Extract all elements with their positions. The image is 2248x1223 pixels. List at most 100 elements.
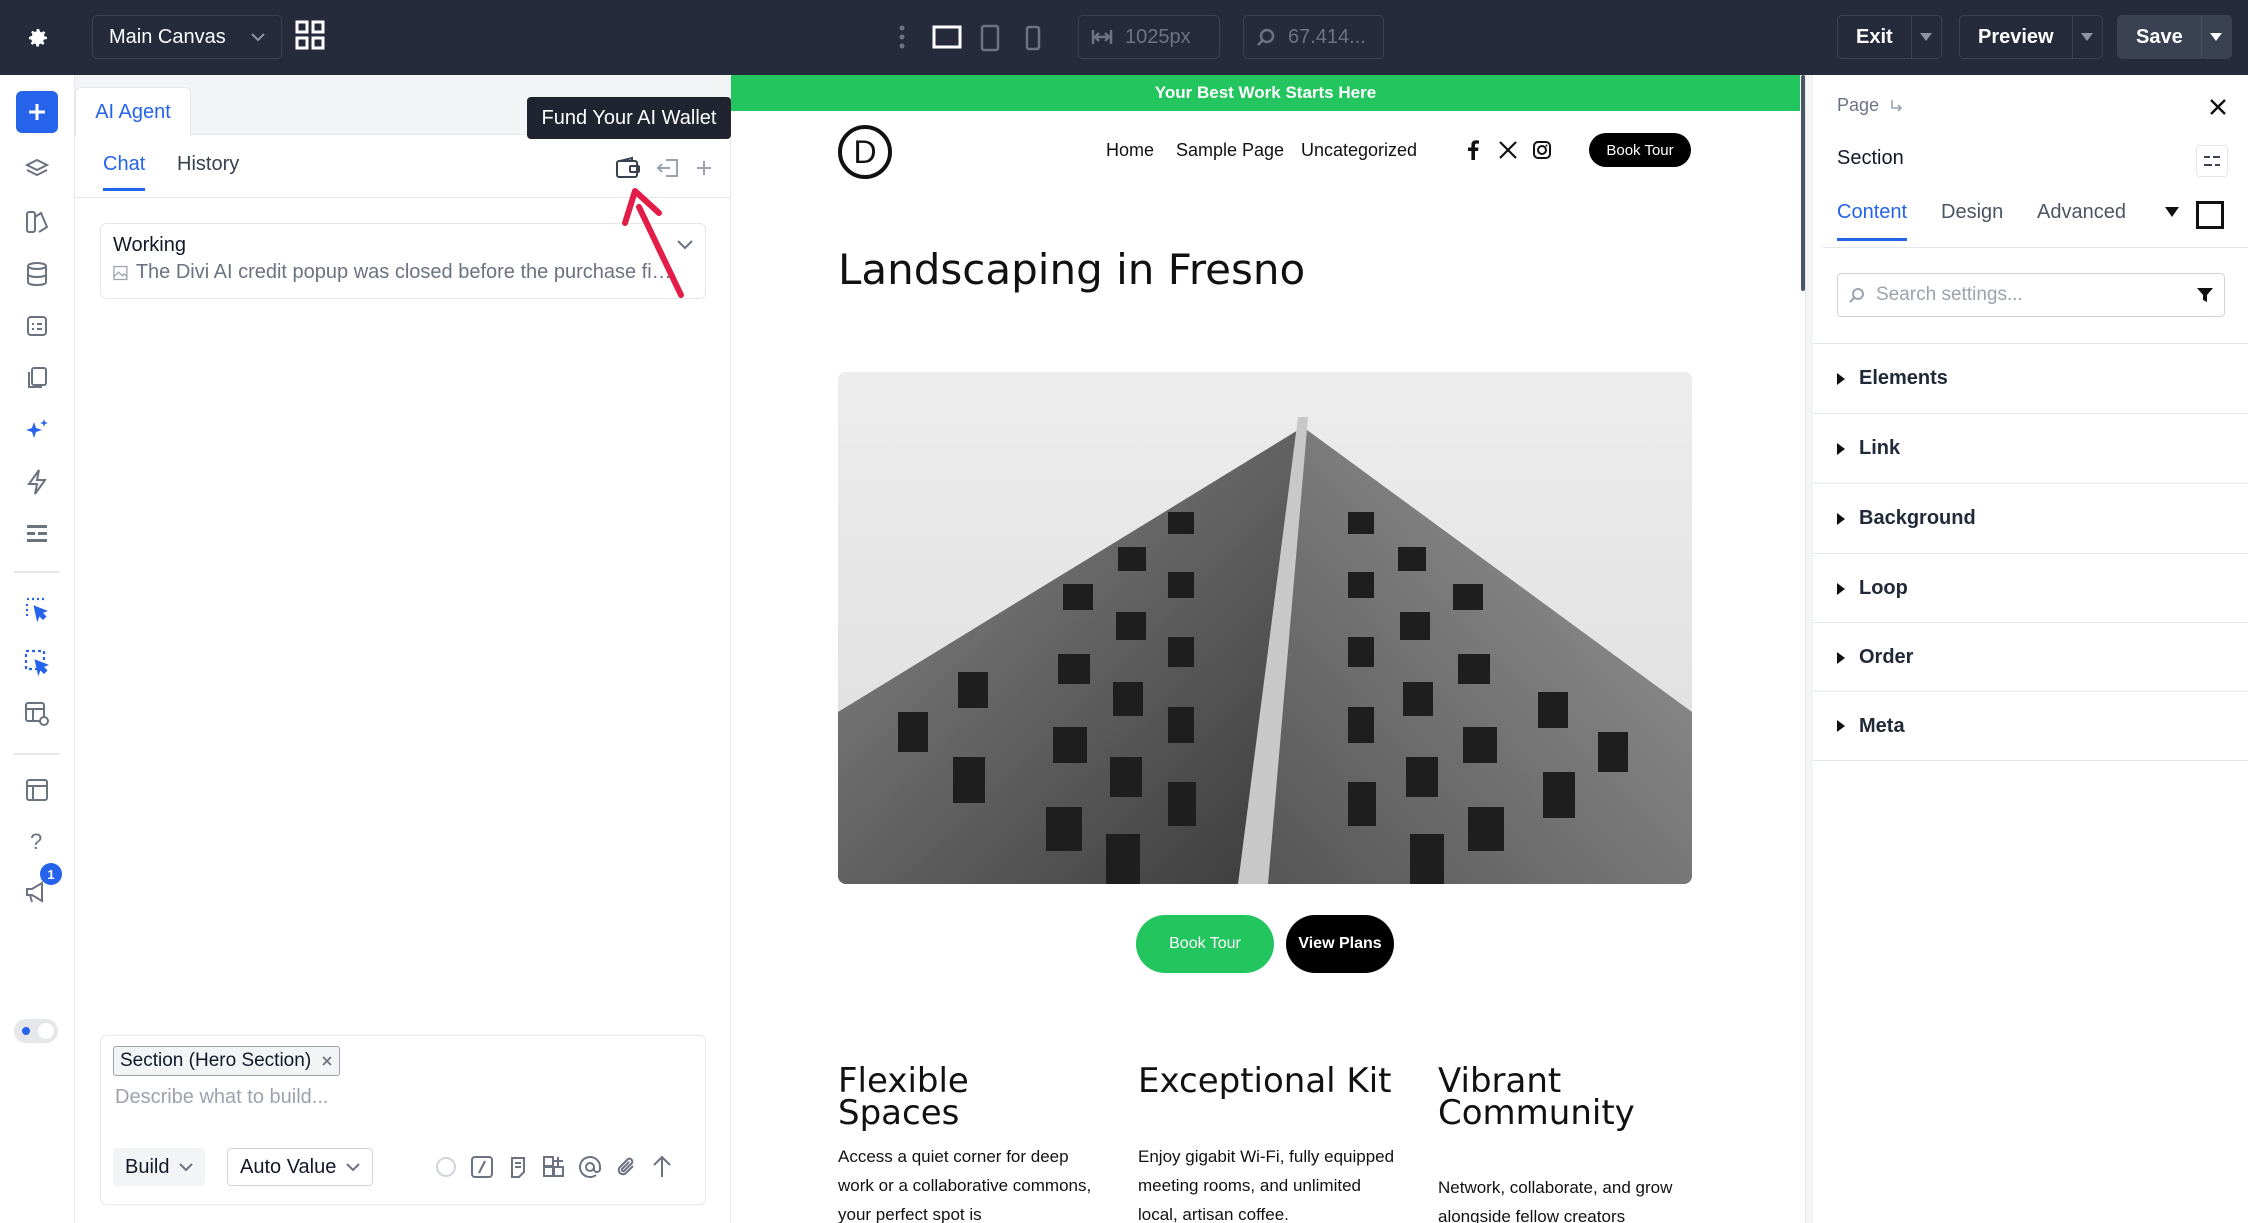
select-element-icon[interactable] bbox=[16, 588, 58, 630]
more-options-icon[interactable] bbox=[893, 22, 911, 52]
tab-chat[interactable]: Chat bbox=[103, 153, 146, 191]
chevron-down-icon bbox=[346, 1163, 361, 1172]
settings-group-order[interactable]: Order bbox=[1813, 622, 2248, 692]
search-icon bbox=[1849, 288, 1864, 303]
nav-link-sample-page[interactable]: Sample Page bbox=[1176, 140, 1284, 161]
hero-title[interactable]: Landscaping in Fresno bbox=[838, 245, 1305, 294]
grid-icon[interactable] bbox=[294, 19, 330, 55]
exit-button[interactable]: Exit bbox=[1837, 15, 1942, 59]
preview-button[interactable]: Preview bbox=[1959, 15, 2103, 59]
close-icon[interactable] bbox=[2206, 95, 2230, 119]
feature-text[interactable]: Enjoy gigabit Wi-Fi, fully equipped meet… bbox=[1138, 1142, 1398, 1223]
breadcrumb-page[interactable]: Page bbox=[1837, 95, 1879, 116]
caret-down-icon[interactable] bbox=[2165, 207, 2179, 217]
notification-badge: 1 bbox=[40, 863, 62, 885]
list-layout-icon[interactable] bbox=[16, 513, 58, 555]
section-options-icon[interactable] bbox=[2196, 145, 2228, 177]
nav-link-home[interactable]: Home bbox=[1106, 140, 1154, 161]
hero-building-image[interactable] bbox=[838, 372, 1692, 884]
canvas-width-input[interactable]: 1025px bbox=[1078, 15, 1220, 59]
view-plans-button[interactable]: View Plans bbox=[1286, 915, 1394, 973]
feature-title[interactable]: Vibrant Community bbox=[1438, 1064, 1698, 1130]
tab-content[interactable]: Content bbox=[1837, 201, 1908, 241]
page-preview-canvas[interactable]: Your Best Work Starts Here D Home Sample… bbox=[731, 75, 1800, 1223]
settings-group-link[interactable]: Link bbox=[1813, 413, 2248, 483]
header-book-tour-button[interactable]: Book Tour bbox=[1589, 133, 1691, 167]
feature-title[interactable]: Flexible Spaces bbox=[838, 1064, 1098, 1130]
pages-icon[interactable] bbox=[16, 357, 58, 399]
settings-search[interactable]: Search settings... bbox=[1837, 273, 2225, 317]
tab-history[interactable]: History bbox=[177, 153, 239, 188]
x-twitter-icon[interactable] bbox=[1496, 138, 1520, 162]
settings-group-background[interactable]: Background bbox=[1813, 483, 2248, 553]
mention-icon[interactable] bbox=[575, 1152, 605, 1182]
close-icon[interactable] bbox=[321, 1055, 333, 1067]
responsive-view-icon[interactable] bbox=[2196, 201, 2224, 229]
multi-select-icon[interactable] bbox=[16, 641, 58, 683]
settings-panel: Page Section Content Design Advanced Sea… bbox=[1813, 75, 2248, 1223]
exit-panel-icon[interactable] bbox=[653, 153, 683, 183]
forms-icon[interactable] bbox=[16, 305, 58, 347]
chevron-down-icon bbox=[251, 32, 265, 42]
add-icon[interactable] bbox=[16, 91, 58, 133]
instagram-icon[interactable] bbox=[1530, 138, 1554, 162]
toggle-knob bbox=[38, 1023, 54, 1039]
group-label: Link bbox=[1859, 437, 1901, 459]
context-chip[interactable]: Section (Hero Section) bbox=[113, 1046, 341, 1076]
caret-right-icon bbox=[1837, 372, 1845, 385]
ai-agent-panel: AI Agent Fund Your AI Wallet Chat Histor… bbox=[75, 75, 731, 1223]
book-tour-button[interactable]: Book Tour bbox=[1136, 915, 1274, 973]
mode-label: Build bbox=[125, 1155, 170, 1178]
ai-sparkle-icon[interactable] bbox=[16, 409, 58, 451]
save-button[interactable]: Save bbox=[2117, 15, 2232, 59]
prompt-input[interactable]: Describe what to build... bbox=[115, 1086, 328, 1109]
chip-label: Section (Hero Section) bbox=[120, 1050, 312, 1071]
caret-down-icon[interactable] bbox=[2200, 16, 2231, 58]
layouts-icon[interactable] bbox=[16, 769, 58, 811]
theme-toggle[interactable] bbox=[14, 1019, 58, 1043]
filter-icon[interactable] bbox=[2196, 286, 2214, 304]
mode-select[interactable]: Build bbox=[113, 1148, 206, 1186]
image-icon bbox=[113, 265, 128, 280]
send-arrow-icon[interactable] bbox=[647, 1152, 677, 1182]
site-logo[interactable]: D bbox=[838, 125, 892, 179]
theme-builder-icon[interactable] bbox=[16, 693, 58, 735]
design-library-icon[interactable] bbox=[16, 201, 58, 243]
settings-group-loop[interactable]: Loop bbox=[1813, 553, 2248, 623]
tab-design[interactable]: Design bbox=[1941, 201, 2003, 238]
feature-title[interactable]: Exceptional Kit bbox=[1138, 1064, 1398, 1098]
new-chat-icon[interactable] bbox=[689, 153, 719, 183]
layers-icon[interactable] bbox=[16, 149, 58, 191]
caret-down-icon[interactable] bbox=[1910, 16, 1941, 58]
prompt-composer[interactable]: Section (Hero Section) Describe what to … bbox=[100, 1035, 706, 1205]
gear-icon[interactable] bbox=[18, 18, 58, 58]
phone-view-icon[interactable] bbox=[1015, 20, 1051, 56]
canvas-selector[interactable]: Main Canvas bbox=[92, 15, 282, 59]
help-icon[interactable]: ? bbox=[16, 821, 58, 863]
loading-circle-icon bbox=[431, 1152, 461, 1182]
facebook-icon[interactable] bbox=[1461, 138, 1485, 162]
rail-divider bbox=[14, 571, 60, 573]
working-message: The Divi AI credit popup was closed befo… bbox=[135, 261, 673, 283]
value-select[interactable]: Auto Value bbox=[227, 1148, 374, 1186]
feature-text[interactable]: Network, collaborate, and grow alongside… bbox=[1438, 1173, 1698, 1223]
feature-text[interactable]: Access a quiet corner for deep work or a… bbox=[838, 1142, 1098, 1223]
tablet-view-icon[interactable] bbox=[972, 20, 1008, 56]
document-icon[interactable] bbox=[503, 1152, 533, 1182]
attachment-icon[interactable] bbox=[611, 1152, 641, 1182]
database-icon[interactable] bbox=[16, 253, 58, 295]
modules-icon[interactable] bbox=[539, 1152, 569, 1182]
desktop-view-icon[interactable] bbox=[929, 20, 965, 56]
settings-group-elements[interactable]: Elements bbox=[1813, 343, 2248, 413]
slash-command-icon[interactable] bbox=[467, 1152, 497, 1182]
zoom-value: 67.414... bbox=[1288, 25, 1366, 48]
tab-ai-agent[interactable]: AI Agent bbox=[75, 87, 191, 136]
wallet-icon[interactable] bbox=[613, 153, 643, 183]
settings-group-meta[interactable]: Meta bbox=[1813, 691, 2248, 761]
nav-link-uncategorized[interactable]: Uncategorized bbox=[1301, 140, 1417, 161]
tab-advanced[interactable]: Advanced bbox=[2037, 201, 2126, 238]
caret-down-icon[interactable] bbox=[2071, 16, 2102, 58]
zoom-input[interactable]: 67.414... bbox=[1243, 15, 1384, 59]
lightning-icon[interactable] bbox=[16, 461, 58, 503]
breadcrumb[interactable]: Page bbox=[1837, 95, 1903, 116]
